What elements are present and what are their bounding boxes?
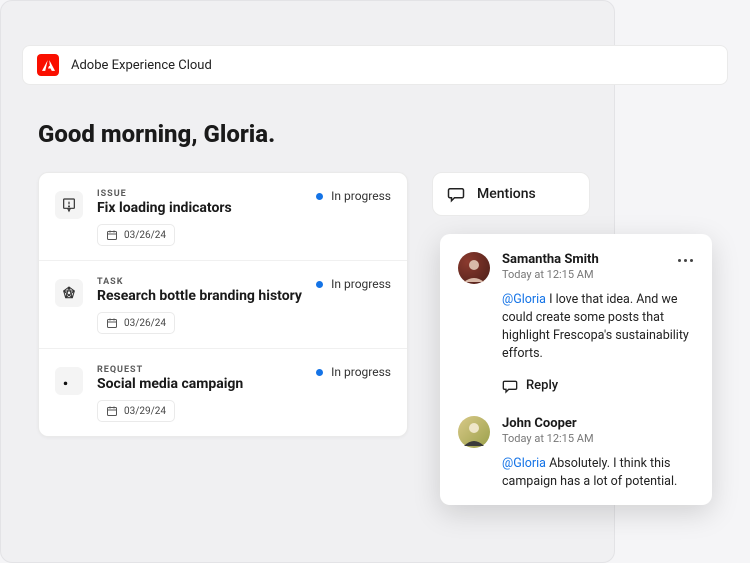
calendar-icon <box>106 405 118 417</box>
comment-icon <box>447 185 465 203</box>
mention-author: John Cooper <box>502 416 694 431</box>
more-options-button[interactable] <box>674 252 696 268</box>
mention-item[interactable]: John Cooper Today at 12:15 AM @Gloria Ab… <box>458 416 694 491</box>
work-item[interactable]: REQUEST Social media campaign 03/29/24 I… <box>39 349 407 436</box>
mentions-header[interactable]: Mentions <box>432 172 590 216</box>
task-icon <box>55 279 83 307</box>
mention-at[interactable]: @Gloria <box>502 292 546 307</box>
request-icon <box>55 367 83 395</box>
status-text: In progress <box>331 365 391 379</box>
mention-item[interactable]: Samantha Smith Today at 12:15 AM @Gloria… <box>458 252 694 398</box>
mention-text: @Gloria I love that idea. And we could c… <box>502 291 694 364</box>
status-dot-icon <box>316 281 323 288</box>
work-date: 03/29/24 <box>124 406 166 417</box>
avatar <box>458 252 490 284</box>
work-date-chip[interactable]: 03/26/24 <box>97 312 175 334</box>
mentions-title: Mentions <box>477 186 536 202</box>
status-badge: In progress <box>316 365 391 379</box>
avatar-placeholder-icon <box>458 416 490 448</box>
music-note-icon <box>62 374 76 388</box>
calendar-icon <box>106 317 118 329</box>
mention-timestamp: Today at 12:15 AM <box>502 432 694 445</box>
comment-icon <box>502 378 518 394</box>
mention-author: Samantha Smith <box>502 252 694 267</box>
adobe-logo <box>37 54 59 76</box>
work-item[interactable]: ISSUE Fix loading indicators 03/26/24 In… <box>39 173 407 261</box>
work-date: 03/26/24 <box>124 318 166 329</box>
adobe-a-icon <box>42 59 55 72</box>
work-date: 03/26/24 <box>124 230 166 241</box>
avatar <box>458 416 490 448</box>
status-text: In progress <box>331 277 391 291</box>
reply-label: Reply <box>526 378 558 393</box>
work-items-card: ISSUE Fix loading indicators 03/26/24 In… <box>38 172 408 437</box>
mention-text: @Gloria Absolutely. I think this campaig… <box>502 455 694 491</box>
work-date-chip[interactable]: 03/29/24 <box>97 400 175 422</box>
mentions-panel: Samantha Smith Today at 12:15 AM @Gloria… <box>440 234 712 505</box>
page-title: Good morning, Gloria. <box>38 120 275 148</box>
status-badge: In progress <box>316 189 391 203</box>
work-item[interactable]: TASK Research bottle branding history 03… <box>39 261 407 349</box>
avatar-placeholder-icon <box>458 252 490 284</box>
status-text: In progress <box>331 189 391 203</box>
issue-icon <box>55 191 83 219</box>
calendar-icon <box>106 229 118 241</box>
status-dot-icon <box>316 193 323 200</box>
mention-timestamp: Today at 12:15 AM <box>502 268 694 281</box>
status-dot-icon <box>316 369 323 376</box>
status-badge: In progress <box>316 277 391 291</box>
mention-at[interactable]: @Gloria <box>502 456 546 471</box>
reply-button[interactable]: Reply <box>502 378 694 398</box>
work-date-chip[interactable]: 03/26/24 <box>97 224 175 246</box>
product-name: Adobe Experience Cloud <box>71 58 212 73</box>
global-header: Adobe Experience Cloud <box>22 45 728 85</box>
